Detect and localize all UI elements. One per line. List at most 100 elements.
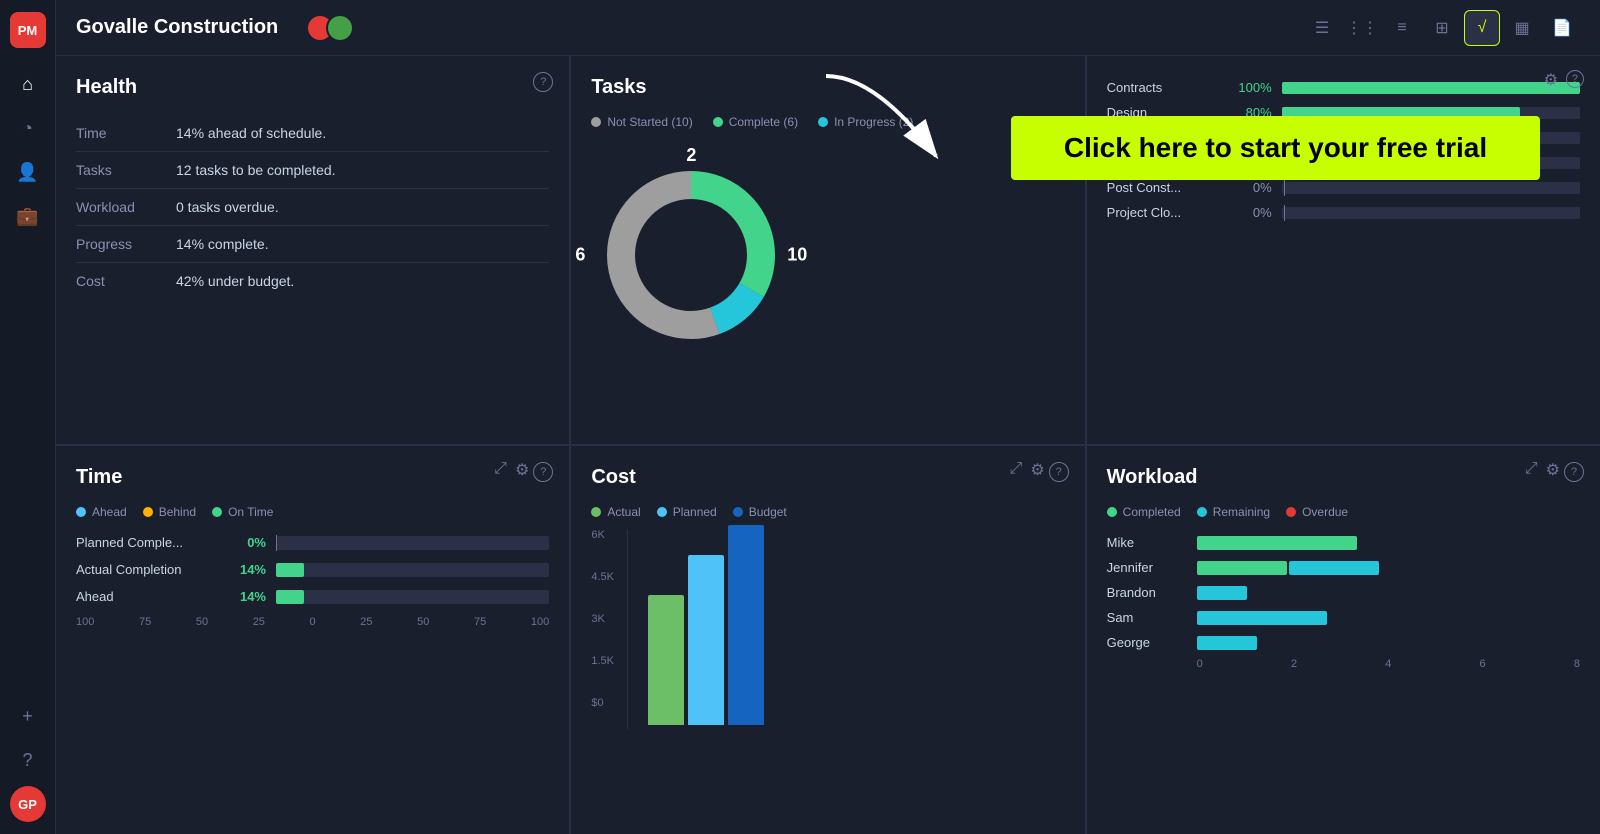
remaining-bar bbox=[1197, 611, 1327, 625]
donut-label-right: 10 bbox=[787, 245, 807, 266]
y-label-3k: 3K bbox=[591, 613, 614, 625]
workload-legend-dot bbox=[1197, 507, 1207, 517]
expand-icon[interactable]: ⤢ bbox=[494, 460, 507, 480]
time-row-label: Planned Comple... bbox=[76, 535, 216, 550]
workload-x-label: 4 bbox=[1385, 658, 1391, 670]
legend-label: Complete (6) bbox=[729, 115, 798, 129]
tasks-detail-panel: ⚙ ? Contracts 100% Design 80% Procuremen… bbox=[1087, 56, 1600, 444]
columns-view-button[interactable]: ⋮⋮ bbox=[1344, 10, 1380, 46]
workload-legend-item: Remaining bbox=[1197, 505, 1270, 519]
workload-x-label: 6 bbox=[1480, 658, 1486, 670]
settings-icon[interactable]: ⚙ bbox=[1030, 460, 1044, 480]
time-row-pct: 0% bbox=[226, 535, 266, 550]
chart-view-button[interactable]: √ bbox=[1464, 10, 1500, 46]
time-row-label: Actual Completion bbox=[76, 562, 216, 577]
sidebar-help[interactable]: ? bbox=[10, 742, 46, 778]
health-row-value: 14% complete. bbox=[176, 236, 269, 252]
donut-label-left: 6 bbox=[575, 245, 585, 266]
help-icon[interactable]: ? bbox=[1566, 70, 1584, 88]
workload-panel: Workload ⤢ ⚙ ? CompletedRemainingOverdue… bbox=[1087, 446, 1600, 834]
legend-label: Not Started (10) bbox=[607, 115, 692, 129]
workload-x-labels: 02468 bbox=[1107, 658, 1580, 670]
table-view-button[interactable]: ⊞ bbox=[1424, 10, 1460, 46]
task-pct: 100% bbox=[1227, 80, 1272, 95]
cost-panel: Cost ⤢ ⚙ ? ActualPlannedBudget 6K 4.5K 3… bbox=[571, 446, 1084, 834]
completed-bar bbox=[1197, 536, 1357, 550]
time-row-label: Ahead bbox=[76, 589, 216, 604]
app-logo[interactable]: PM bbox=[10, 12, 46, 48]
settings-icon[interactable]: ⚙ bbox=[1544, 70, 1558, 90]
sidebar-item-home[interactable]: ⌂ bbox=[10, 66, 46, 102]
remaining-bar bbox=[1197, 636, 1257, 650]
workload-row: George bbox=[1107, 635, 1580, 650]
settings-icon[interactable]: ⚙ bbox=[1546, 460, 1560, 480]
time-bar bbox=[276, 563, 304, 577]
workload-bars bbox=[1197, 586, 1580, 600]
y-label-6k: 6K bbox=[591, 529, 614, 541]
health-row: Time14% ahead of schedule. bbox=[76, 115, 549, 152]
health-row: Workload0 tasks overdue. bbox=[76, 189, 549, 226]
task-pct: 0% bbox=[1227, 180, 1272, 195]
user-avatar[interactable]: GP bbox=[10, 786, 46, 822]
expand-icon[interactable]: ⤢ bbox=[1010, 460, 1023, 480]
health-help-button[interactable]: ? bbox=[533, 72, 553, 92]
cost-legend-item: Planned bbox=[657, 505, 717, 519]
health-row: Tasks12 tasks to be completed. bbox=[76, 152, 549, 189]
workload-help[interactable]: ? bbox=[1564, 462, 1584, 482]
time-legend: AheadBehindOn Time bbox=[76, 505, 549, 519]
task-bar bbox=[1282, 82, 1580, 94]
sidebar-item-briefcase[interactable]: 💼 bbox=[10, 198, 46, 234]
time-help[interactable]: ? bbox=[533, 462, 553, 482]
time-legend-dot bbox=[143, 507, 153, 517]
filter-button[interactable]: ≡ bbox=[1384, 10, 1420, 46]
cost-legend-dot bbox=[591, 507, 601, 517]
sidebar: PM ⌂ ◔ 👤 💼 + ? GP bbox=[0, 0, 56, 834]
health-row-value: 14% ahead of schedule. bbox=[176, 125, 326, 141]
time-axis-label: 25 bbox=[360, 616, 372, 628]
time-axis-label: 50 bbox=[417, 616, 429, 628]
task-bar-bg bbox=[1282, 82, 1580, 94]
sidebar-add[interactable]: + bbox=[10, 698, 46, 734]
health-row-label: Cost bbox=[76, 273, 176, 289]
workload-bars bbox=[1197, 536, 1580, 550]
legend-item: Complete (6) bbox=[713, 115, 798, 129]
planned-bar bbox=[688, 555, 724, 725]
time-legend-label: Behind bbox=[159, 505, 196, 519]
workload-title: Workload bbox=[1107, 466, 1580, 489]
workload-row: Sam bbox=[1107, 610, 1580, 625]
workload-panel-icons: ⤢ ⚙ bbox=[1525, 460, 1560, 480]
time-legend-item: Ahead bbox=[76, 505, 127, 519]
settings-icon[interactable]: ⚙ bbox=[515, 460, 529, 480]
time-panel: Time ⤢ ⚙ ? AheadBehindOn Time Planned Co… bbox=[56, 446, 569, 834]
workload-legend-item: Completed bbox=[1107, 505, 1181, 519]
free-trial-banner[interactable]: Click here to start your free trial bbox=[1011, 116, 1540, 180]
file-view-button[interactable]: 📄 bbox=[1544, 10, 1580, 46]
cost-legend-item: Actual bbox=[591, 505, 640, 519]
task-bar-bg bbox=[1282, 182, 1580, 194]
cost-help[interactable]: ? bbox=[1049, 462, 1069, 482]
list-view-button[interactable]: ☰ bbox=[1304, 10, 1340, 46]
sidebar-item-clock[interactable]: ◔ bbox=[10, 110, 46, 146]
y-label-45k: 4.5K bbox=[591, 571, 614, 583]
health-row-value: 0 tasks overdue. bbox=[176, 199, 279, 215]
health-row-value: 12 tasks to be completed. bbox=[176, 162, 336, 178]
time-axis-label: 75 bbox=[139, 616, 151, 628]
cost-legend-item: Budget bbox=[733, 505, 787, 519]
completed-bar bbox=[1197, 561, 1287, 575]
cost-legend-label: Budget bbox=[749, 505, 787, 519]
avatar-2[interactable] bbox=[326, 14, 354, 42]
expand-icon[interactable]: ⤢ bbox=[1525, 460, 1538, 480]
calendar-view-button[interactable]: ▦ bbox=[1504, 10, 1540, 46]
sidebar-item-people[interactable]: 👤 bbox=[10, 154, 46, 190]
workload-x-label: 8 bbox=[1574, 658, 1580, 670]
time-bar bbox=[276, 590, 304, 604]
task-divider bbox=[1284, 205, 1285, 221]
topbar: Govalle Construction ☰ ⋮⋮ ≡ ⊞ √ ▦ 📄 bbox=[56, 0, 1600, 56]
time-axis: 1007550250255075100 bbox=[76, 616, 549, 628]
bar-group bbox=[648, 525, 764, 725]
workload-bars bbox=[1197, 636, 1580, 650]
time-legend-item: Behind bbox=[143, 505, 196, 519]
time-axis-label: 100 bbox=[531, 616, 549, 628]
workload-row: Jennifer bbox=[1107, 560, 1580, 575]
workload-bars bbox=[1197, 561, 1580, 575]
